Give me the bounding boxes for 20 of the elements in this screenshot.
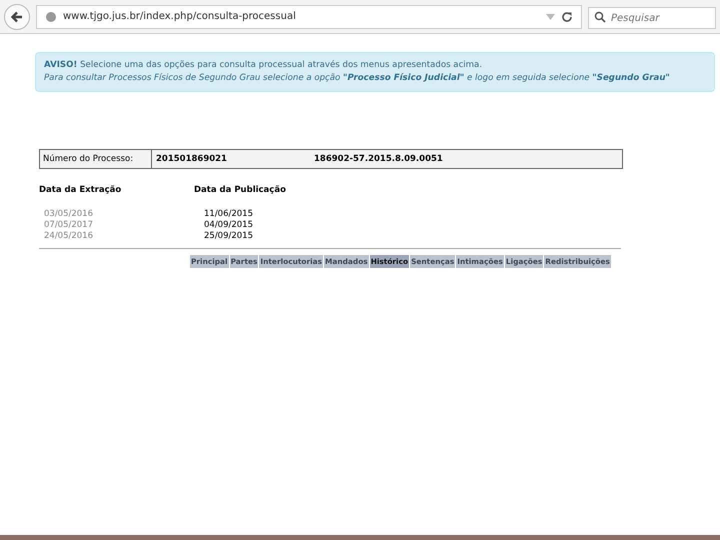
date-cell-text: 25/09/2015 [203,231,254,242]
notice-text: Selecione uma das opções para consulta processual através dos menus apresentados acima. [80,60,482,70]
column-header: Data da Publicação [194,185,287,196]
process-number-cell-text: 201501869021 186902-57.2015.8.09.0051 [155,153,444,166]
url-text: www.tjgo.jus.br/index.php/consulta-processual [63,11,297,22]
search-field[interactable]: Pesquisar [588,7,716,29]
notice-instructions: Para consultar Processos Físicos de Segundo Grau selecione a opção "Processo Físico Judicial" e logo em seguida selecione "Segundo Grau" [44,72,671,85]
date-cell-text: 11/06/2015 [203,209,254,220]
back-button[interactable] [4,4,30,30]
address-bar[interactable]: www.tjgo.jus.br/index.php/consulta-processual [36,4,582,28]
date-cell-text: 03/05/2016 [43,209,94,220]
date-cell-text: 04/09/2015 [203,220,254,231]
back-arrow-icon [10,10,24,24]
notice-title: AVISO! [44,60,78,70]
search-icon [594,10,606,22]
date-cell-text: 07/05/2017 [43,220,94,231]
process-label: Número do Processo: [40,150,152,168]
date-cell-text: 24/05/2016 [43,231,94,242]
column-header: Data da Extração [39,185,122,196]
reload-icon[interactable] [561,10,573,22]
